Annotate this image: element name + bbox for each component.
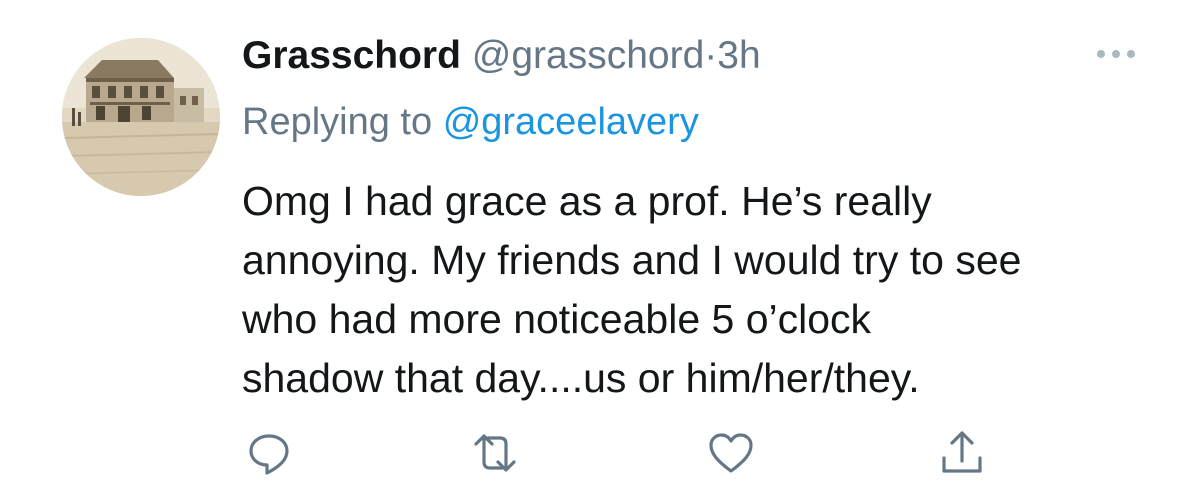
share-icon[interactable]	[937, 428, 987, 478]
tweet-header: Grasschord @grasschord·3h	[242, 28, 761, 84]
reply-icon[interactable]	[244, 428, 294, 478]
separator-dot: ·	[704, 34, 718, 77]
replying-to: Replying to @graceelavery	[242, 94, 699, 150]
retweet-icon[interactable]	[470, 428, 520, 478]
replying-prefix: Replying to	[242, 101, 433, 143]
tweet-text: Omg I had grace as a prof. He’s really a…	[242, 178, 1022, 401]
timestamp[interactable]: 3h	[717, 34, 760, 77]
like-icon[interactable]	[706, 428, 756, 478]
tweet: Grasschord @grasschord·3h Replying to @g…	[0, 0, 1200, 492]
more-dots-icon[interactable]	[1094, 44, 1138, 64]
user-handle[interactable]: @grasschord	[472, 34, 705, 77]
avatar[interactable]	[62, 38, 220, 196]
replying-to-handle[interactable]: @graceelavery	[443, 101, 699, 143]
avatar-photo	[62, 38, 220, 196]
display-name[interactable]: Grasschord	[242, 34, 461, 77]
